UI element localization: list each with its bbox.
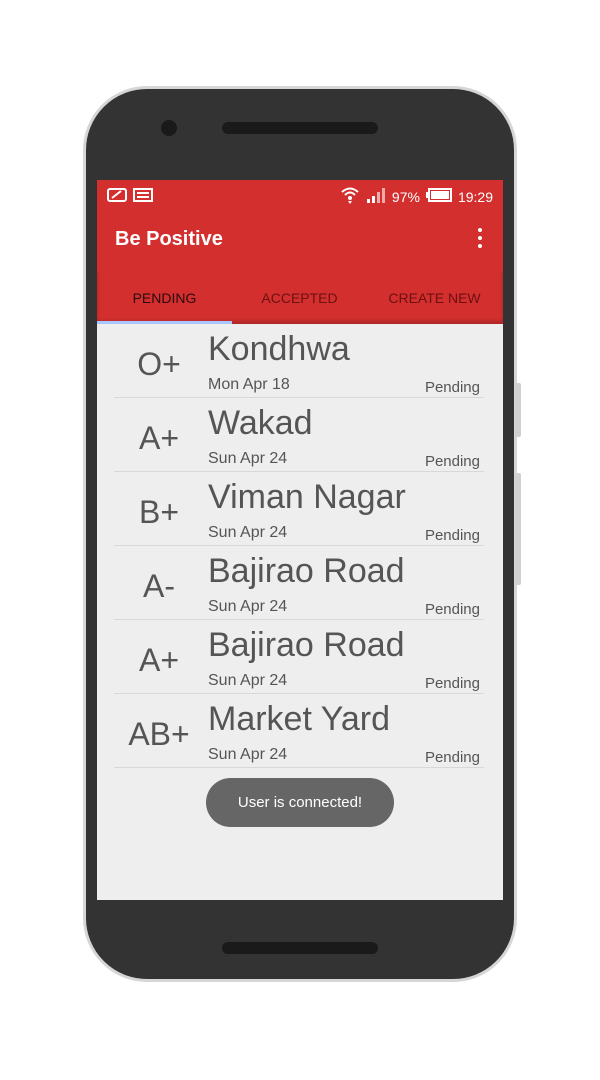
notification-image-icon (133, 187, 153, 206)
list-item[interactable]: A+ Bajirao Road Sun Apr 24 Pending (114, 620, 484, 694)
overflow-menu-icon[interactable] (477, 228, 483, 252)
request-list: O+ Kondhwa Mon Apr 18 Pending A+ Wakad S… (114, 324, 484, 768)
status-label: Pending (424, 601, 480, 618)
tab-bar: PENDING ACCEPTED CREATE NEW (97, 272, 503, 324)
battery-percent: 97% (391, 188, 420, 205)
status-label: Pending (424, 527, 480, 544)
power-button (515, 473, 521, 585)
blood-group: A+ (138, 642, 180, 678)
wifi-icon (340, 186, 360, 207)
app-title: Be Positive (115, 228, 223, 250)
location: Kondhwa (208, 330, 350, 368)
blood-group: O+ (137, 346, 181, 382)
blood-group: AB+ (128, 716, 190, 752)
notification-leaf-icon (107, 187, 127, 206)
location: Bajirao Road (208, 626, 405, 664)
tab-accepted[interactable]: ACCEPTED (232, 272, 367, 324)
location: Viman Nagar (208, 478, 406, 516)
date: Sun Apr 24 (208, 450, 288, 467)
volume-button (515, 383, 521, 437)
blood-group: A+ (138, 420, 180, 456)
location: Market Yard (208, 700, 391, 738)
status-label: Pending (424, 675, 480, 692)
date: Mon Apr 18 (208, 376, 290, 393)
status-bar: 97% 19:29 (97, 180, 503, 210)
tab-pending[interactable]: PENDING (97, 272, 232, 324)
date: Sun Apr 24 (208, 524, 288, 541)
signal-icon (366, 187, 386, 206)
date: Sun Apr 24 (208, 598, 288, 615)
app-bar: Be Positive (97, 210, 503, 272)
blood-group: B+ (138, 494, 180, 530)
location: Wakad (208, 404, 313, 442)
bottom-speaker (222, 942, 378, 954)
list-item[interactable]: O+ Kondhwa Mon Apr 18 Pending (114, 324, 484, 398)
earpiece-speaker (222, 122, 378, 134)
front-camera (161, 120, 177, 136)
status-label: Pending (424, 749, 480, 766)
toast-message: User is connected! (206, 778, 394, 827)
tab-create-new[interactable]: CREATE NEW (367, 272, 502, 324)
screen: 97% 19:29 Be Positive PENDING ACCEPTED C… (97, 180, 503, 900)
status-label: Pending (424, 453, 480, 470)
list-item[interactable]: B+ Viman Nagar Sun Apr 24 Pending (114, 472, 484, 546)
list-item[interactable]: AB+ Market Yard Sun Apr 24 Pending (114, 694, 484, 768)
date: Sun Apr 24 (208, 672, 288, 689)
date: Sun Apr 24 (208, 746, 288, 763)
list-item[interactable]: A+ Wakad Sun Apr 24 Pending (114, 398, 484, 472)
location: Bajirao Road (208, 552, 405, 590)
clock: 19:29 (457, 188, 493, 205)
list-item[interactable]: A- Bajirao Road Sun Apr 24 Pending (114, 546, 484, 620)
status-label: Pending (424, 379, 480, 396)
battery-icon (425, 188, 452, 205)
blood-group: A- (143, 568, 175, 604)
